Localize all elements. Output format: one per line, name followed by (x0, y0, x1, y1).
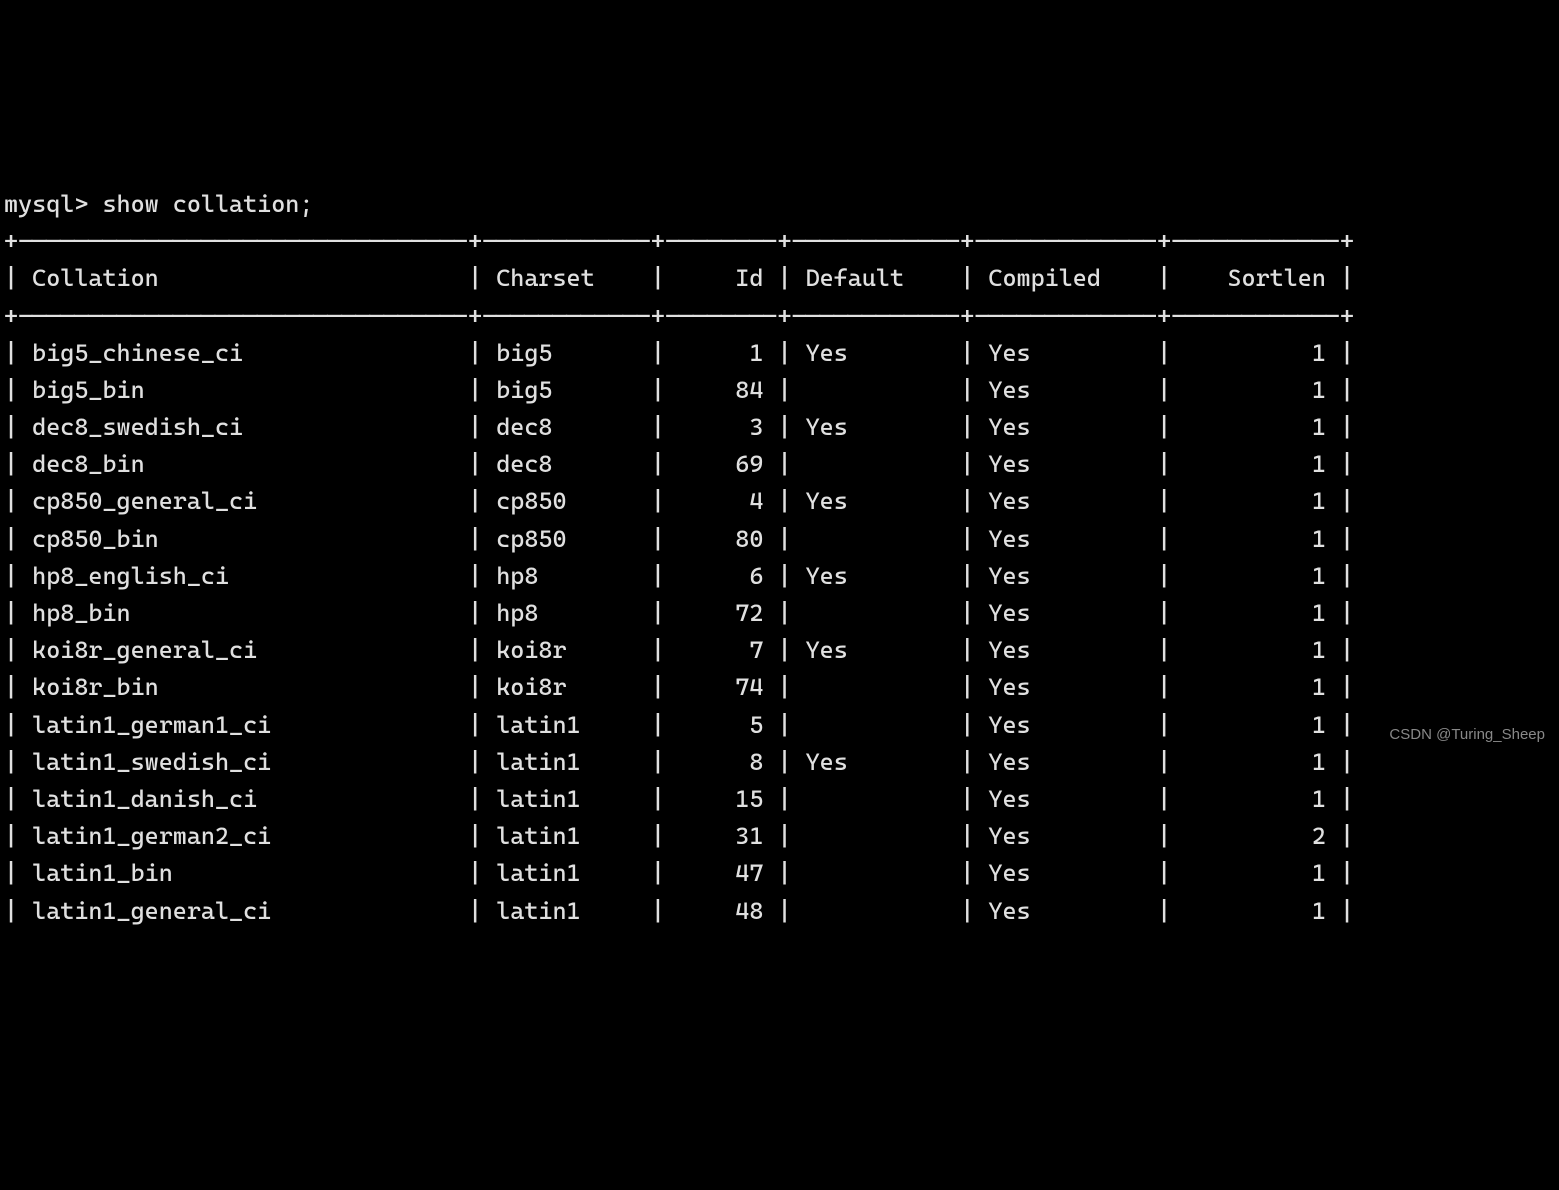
terminal-output: mysql> show collation; +----------------… (0, 149, 1559, 930)
watermark-text: CSDN @Turing_Sheep (1389, 723, 1545, 746)
table-border-top: +--------------------------------+------… (4, 227, 1354, 255)
table-header-row: | Collation | Charset | Id | Default | C… (4, 264, 1354, 292)
table-body: | big5_chinese_ci | big5 | 1 | Yes | Yes… (4, 339, 1354, 925)
mysql-prompt: mysql> (4, 190, 88, 218)
table-border-mid: +--------------------------------+------… (4, 302, 1354, 330)
sql-command: show collation; (102, 190, 313, 218)
prompt-line: mysql> show collation; (4, 190, 313, 218)
